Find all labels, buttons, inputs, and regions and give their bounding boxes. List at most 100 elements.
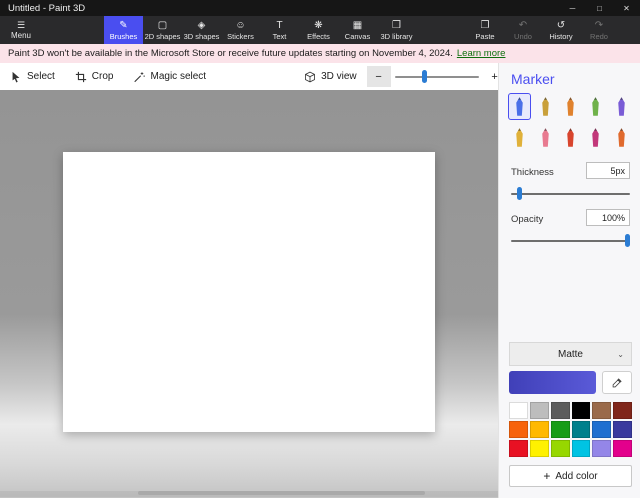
color-swatch[interactable]	[551, 421, 570, 438]
select-label: Select	[27, 71, 55, 82]
horizontal-scrollbar-track[interactable]	[0, 491, 498, 497]
brushes-icon: ✎	[119, 20, 127, 31]
marker-brush[interactable]	[509, 94, 530, 119]
color-swatch[interactable]	[613, 402, 632, 419]
eyedropper-button[interactable]	[602, 371, 632, 394]
magic-select-button[interactable]: Magic select	[123, 63, 216, 90]
3d-shapes-icon: ◈	[198, 20, 206, 31]
color-swatch[interactable]	[530, 440, 549, 457]
2d-shapes-icon: ▢	[158, 20, 167, 31]
add-color-button[interactable]: + Add color	[509, 465, 632, 487]
undo-button: ↶Undo	[504, 16, 542, 44]
history-icon: ↺	[557, 20, 565, 31]
oil-brush-brush[interactable]	[560, 94, 581, 119]
color-swatch[interactable]	[530, 402, 549, 419]
menu-button[interactable]: ☰ Menu	[0, 16, 42, 44]
tab-3d-shapes[interactable]: ◈3D shapes	[182, 16, 221, 44]
pixel-pen-brush[interactable]	[611, 94, 632, 119]
zoom-out-button[interactable]: −	[367, 66, 391, 87]
color-swatch[interactable]	[530, 421, 549, 438]
calligraphy-pen-brush[interactable]	[534, 94, 555, 119]
tab-effects[interactable]: ❋Effects	[299, 16, 338, 44]
select-tool-button[interactable]: Select	[0, 63, 65, 90]
tab-canvas[interactable]: ▦Canvas	[338, 16, 377, 44]
tab-label: Brushes	[110, 32, 138, 41]
3d-view-button[interactable]: 3D view	[294, 63, 367, 90]
tab-text[interactable]: TText	[260, 16, 299, 44]
plus-icon: +	[543, 470, 550, 482]
color-swatch[interactable]	[613, 440, 632, 457]
text-icon: T	[276, 20, 282, 31]
color-swatch[interactable]	[572, 421, 591, 438]
magic-select-label: Magic select	[150, 71, 206, 82]
watercolor-brush-icon	[589, 96, 602, 117]
color-swatch[interactable]	[592, 402, 611, 419]
zoom-slider-thumb[interactable]	[422, 70, 427, 83]
finish-dropdown[interactable]: Matte ⌄	[509, 342, 632, 366]
canvas-icon: ▦	[353, 20, 362, 31]
action-label: Undo	[514, 32, 532, 41]
learn-more-link[interactable]: Learn more	[457, 48, 506, 59]
opacity-slider-thumb[interactable]	[625, 234, 630, 247]
tab-brushes[interactable]: ✎Brushes	[104, 16, 143, 44]
opacity-slider[interactable]	[511, 234, 630, 247]
tool-bar: Select Crop Magic select 3D view − + 100…	[0, 63, 498, 90]
undo-icon: ↶	[519, 20, 527, 31]
oil-brush-icon	[564, 96, 577, 117]
crop-icon	[75, 71, 87, 83]
color-swatch[interactable]	[572, 440, 591, 457]
brushes-panel: Marker Thickness Opacity Matte ⌄	[498, 63, 640, 498]
current-color-swatch[interactable]	[509, 371, 596, 394]
tab-label: Stickers	[227, 32, 254, 41]
color-swatch[interactable]	[509, 402, 528, 419]
title-bar: Untitled - Paint 3D ─ □ ✕	[0, 0, 640, 16]
chevron-down-icon: ⌄	[617, 350, 624, 359]
effects-icon: ❋	[314, 20, 322, 31]
thickness-slider[interactable]	[511, 187, 630, 200]
history-button[interactable]: ↺History	[542, 16, 580, 44]
tab-2d-shapes[interactable]: ▢2D shapes	[143, 16, 182, 44]
minimize-button[interactable]: ─	[559, 0, 586, 16]
fill-bucket-icon	[615, 127, 628, 148]
crop-tool-button[interactable]: Crop	[65, 63, 124, 90]
thickness-slider-thumb[interactable]	[517, 187, 522, 200]
maximize-button[interactable]: □	[586, 0, 613, 16]
stickers-icon: ☺	[235, 20, 245, 31]
pencil-brush[interactable]	[509, 125, 530, 150]
magic-wand-icon	[133, 71, 145, 83]
tab-label: 3D library	[380, 32, 412, 41]
tab-3d-library[interactable]: ❒3D library	[377, 16, 416, 44]
close-button[interactable]: ✕	[613, 0, 640, 16]
finish-dropdown-value: Matte	[558, 349, 583, 360]
spray-can-brush[interactable]	[585, 125, 606, 150]
tab-stickers[interactable]: ☺Stickers	[221, 16, 260, 44]
thickness-slider-track	[511, 193, 630, 195]
calligraphy-pen-icon	[539, 96, 552, 117]
notification-message: Paint 3D won't be available in the Micro…	[8, 48, 453, 59]
color-swatch[interactable]	[572, 402, 591, 419]
color-swatch[interactable]	[509, 440, 528, 457]
menu-actions: ❐Paste↶Undo↺History↷Redo	[466, 16, 618, 44]
color-swatch[interactable]	[592, 421, 611, 438]
menu-label: Menu	[11, 31, 31, 40]
fill-bucket-brush[interactable]	[611, 125, 632, 150]
color-swatch[interactable]	[551, 402, 570, 419]
color-swatch[interactable]	[613, 421, 632, 438]
opacity-input[interactable]	[586, 209, 630, 226]
zoom-slider[interactable]	[395, 66, 479, 87]
window-title: Untitled - Paint 3D	[0, 3, 559, 14]
watercolor-brush-brush[interactable]	[585, 94, 606, 119]
action-label: Redo	[590, 32, 608, 41]
redo-button: ↷Redo	[580, 16, 618, 44]
crayon-brush[interactable]	[560, 125, 581, 150]
color-swatch[interactable]	[551, 440, 570, 457]
thickness-input[interactable]	[586, 162, 630, 179]
drawing-canvas[interactable]	[63, 152, 435, 432]
pencil-icon	[513, 127, 526, 148]
paste-button[interactable]: ❐Paste	[466, 16, 504, 44]
eraser-brush[interactable]	[534, 125, 555, 150]
horizontal-scrollbar-thumb[interactable]	[138, 491, 425, 495]
color-swatch[interactable]	[592, 440, 611, 457]
tab-label: Canvas	[345, 32, 370, 41]
color-swatch[interactable]	[509, 421, 528, 438]
